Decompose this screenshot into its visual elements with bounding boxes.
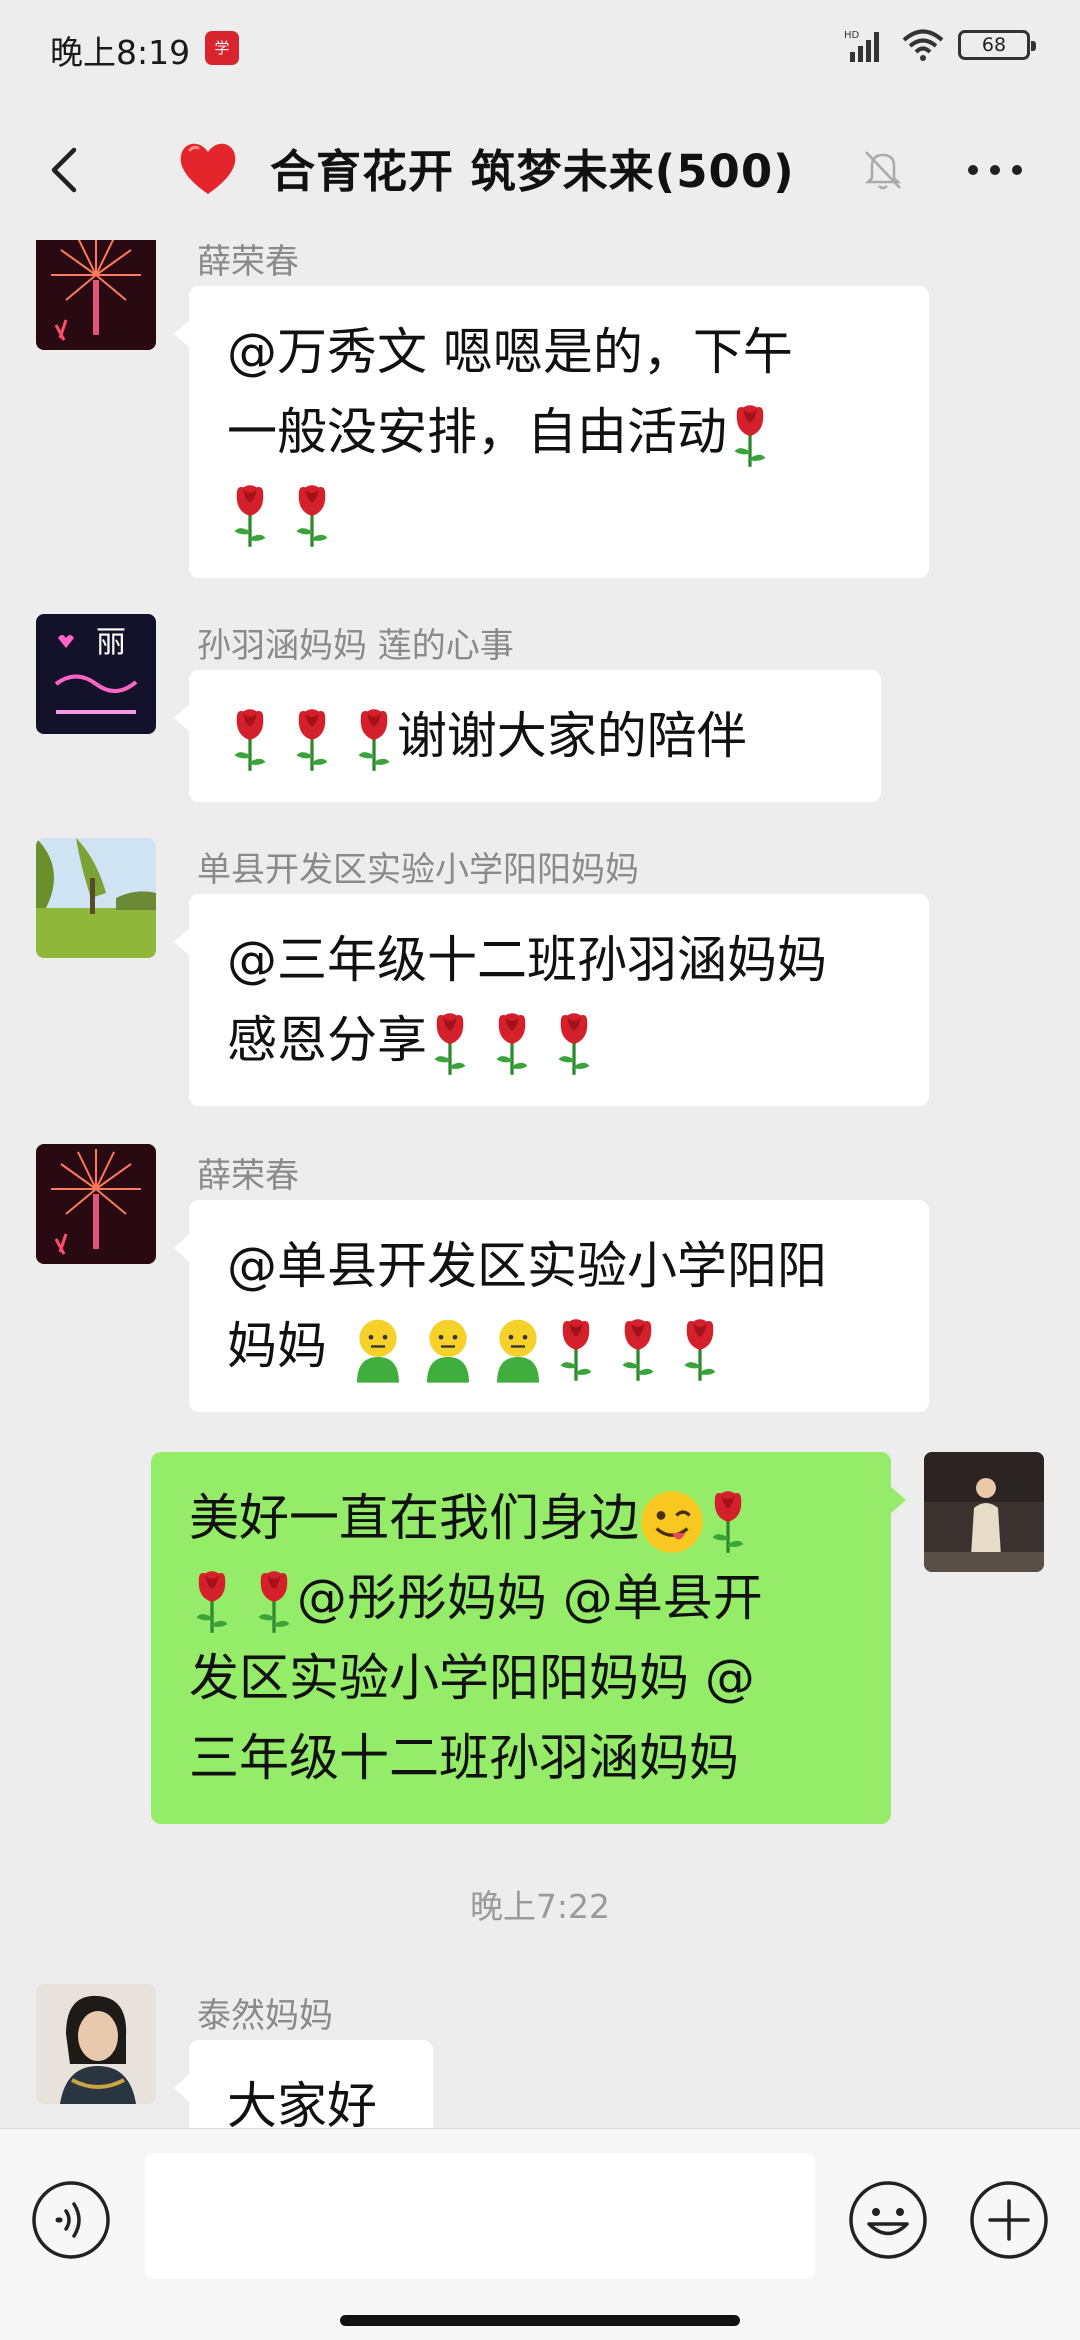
more-options-icon[interactable] [965, 160, 1025, 180]
rose-icon [553, 1317, 599, 1383]
emoji-icon[interactable] [847, 2179, 929, 2261]
chat-header: 合育花开 筑梦未来(500) [0, 100, 1080, 240]
woman-photo-avatar-image [36, 1984, 156, 2104]
message-line: 谢谢大家的陪伴 [227, 696, 843, 776]
sender-name: 单县开发区实验小学阳阳妈妈 [197, 850, 639, 890]
message-bubble-self[interactable]: 美好一直在我们身边 @彤彤妈妈 @单县开 发区实验小学阳阳妈妈 @ 三年级十二班… [151, 1452, 906, 1824]
chat-title-area[interactable]: 合育花开 筑梦未来(500) [176, 135, 795, 200]
time-divider: 晚上7:22 [469, 1887, 611, 1926]
message-line: 一般没安排，自由活动 [227, 392, 891, 472]
fireworks-avatar-image [36, 240, 156, 350]
message-line: 发区实验小学阳阳妈妈 @ [189, 1649, 755, 1707]
message-list[interactable]: 薛荣春 @万秀文 嗯嗯是的，下午 一般没安排，自由活动 丽 孙羽涵妈妈 莲的心事 [0, 240, 1080, 2128]
message-bubble[interactable]: 谢谢大家的陪伴 [174, 670, 881, 802]
status-bar: 晚上8:19 学 HD 68 [0, 0, 1080, 100]
chat-title: 合育花开 筑梦未来(500) [270, 145, 795, 198]
rose-icon [489, 1011, 535, 1077]
message-line: @彤彤妈妈 @单县开 [189, 1558, 853, 1638]
home-indicator[interactable] [340, 2315, 740, 2326]
avatar[interactable] [36, 838, 156, 958]
avatar-self[interactable] [924, 1452, 1044, 1572]
message-line: 大家好 [227, 2077, 377, 2128]
sender-name: 薛荣春 [197, 1156, 299, 1196]
red-heart-icon [180, 143, 236, 194]
message-bubble[interactable]: @单县开发区实验小学阳阳 妈妈 [174, 1200, 929, 1412]
wechat-group-chat-screen: 晚上8:19 学 HD 68 合育花开 筑梦未来(500) 薛荣春 @万秀文 嗯… [0, 0, 1080, 2340]
avatar[interactable] [36, 1984, 156, 2104]
person-photo-avatar-image [924, 1452, 1044, 1572]
message-input[interactable] [145, 2153, 815, 2279]
person-emoji-icon [343, 1315, 413, 1385]
signal-icon: HD [844, 30, 879, 62]
plus-icon[interactable] [968, 2179, 1050, 2261]
sender-name: 泰然妈妈 [197, 1996, 333, 2036]
svg-text:丽: 丽 [96, 625, 126, 660]
message-line: 感恩分享 [227, 1000, 891, 1080]
back-arrow-icon[interactable] [38, 140, 98, 200]
avatar[interactable] [36, 240, 156, 350]
message-line: @万秀文 嗯嗯是的，下午 [227, 323, 793, 381]
message-bubble[interactable]: @万秀文 嗯嗯是的，下午 一般没安排，自由活动 [174, 286, 929, 578]
person-emoji-icon [413, 1315, 483, 1385]
wink-tongue-emoji-icon [639, 1489, 705, 1555]
message-line [227, 472, 891, 552]
rose-icon [189, 1569, 235, 1635]
rose-icon [289, 483, 335, 549]
rose-icon [615, 1317, 661, 1383]
neon-sign-avatar-image: 丽 [36, 614, 156, 734]
message-line: @三年级十二班孙羽涵妈妈 [227, 931, 827, 989]
battery-indicator: 68 [958, 30, 1036, 60]
rose-icon [289, 707, 335, 773]
rose-icon [427, 1011, 473, 1077]
avatar[interactable] [36, 1144, 156, 1264]
status-time: 晚上8:19 [50, 33, 191, 72]
fireworks-avatar-image [36, 1144, 156, 1264]
rose-icon [227, 483, 273, 549]
rose-icon [251, 1569, 297, 1635]
input-bar [0, 2128, 1080, 2340]
rose-icon [677, 1317, 723, 1383]
message-bubble[interactable]: 大家好 [174, 2040, 433, 2128]
rose-icon [351, 707, 397, 773]
status-icons: HD 68 [844, 28, 1036, 62]
person-emoji-icon [483, 1315, 553, 1385]
message-bubble[interactable]: @三年级十二班孙羽涵妈妈 感恩分享 [174, 894, 929, 1106]
voice-icon[interactable] [30, 2179, 112, 2261]
network-label: HD [844, 30, 860, 41]
landscape-avatar-image [36, 838, 156, 958]
message-line: @单县开发区实验小学阳阳 [227, 1237, 827, 1295]
rose-icon [227, 707, 273, 773]
rose-icon [705, 1489, 751, 1555]
message-line: 妈妈 [227, 1306, 891, 1386]
message-line: 三年级十二班孙羽涵妈妈 [189, 1729, 739, 1787]
sender-name: 孙羽涵妈妈 莲的心事 [197, 626, 514, 666]
rose-icon [551, 1011, 597, 1077]
sender-name: 薛荣春 [197, 242, 299, 282]
wifi-icon [902, 29, 944, 61]
rose-icon [727, 403, 773, 469]
notification-app-icon: 学 [205, 31, 239, 65]
mute-bell-icon [864, 151, 902, 190]
message-line: 美好一直在我们身边 [189, 1478, 853, 1558]
avatar[interactable]: 丽 [36, 614, 156, 734]
